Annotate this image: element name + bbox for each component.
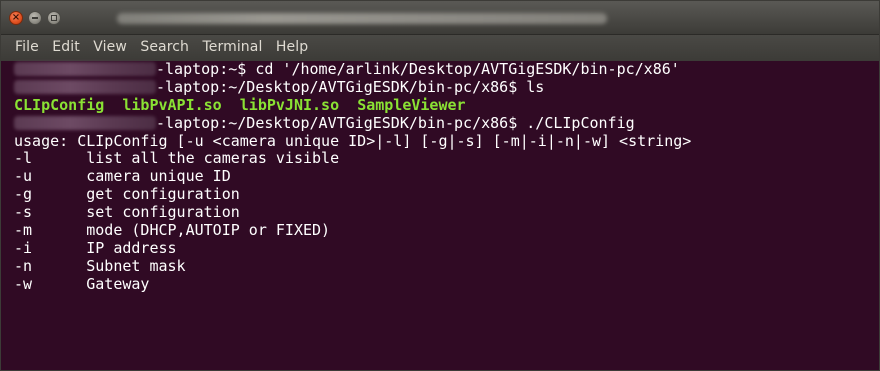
ls-entry: libPvAPI.so bbox=[122, 95, 222, 114]
ls-entry: libPvJNI.so bbox=[239, 95, 340, 114]
ls-output-line: CLIpConfig libPvAPI.so libPvJNI.so Sampl… bbox=[14, 95, 879, 115]
redacted-username bbox=[14, 115, 156, 130]
redacted-username bbox=[14, 62, 156, 76]
terminal-output[interactable]: -laptop:~$ cd '/home/arlink/Desktop/AVTG… bbox=[1, 60, 879, 370]
option-line: -u camera unique ID bbox=[14, 167, 879, 186]
option-desc: IP address bbox=[86, 238, 177, 257]
option-line: -g get configuration bbox=[14, 185, 879, 204]
terminal-window: × File Edit View Search Terminal Help -l… bbox=[0, 0, 880, 371]
minimize-icon[interactable] bbox=[28, 11, 42, 25]
option-desc: Subnet mask bbox=[86, 256, 186, 275]
option-flag: -i bbox=[14, 238, 33, 257]
menu-terminal[interactable]: Terminal bbox=[202, 35, 262, 55]
option-line: -m mode (DHCP,AUTOIP or FIXED) bbox=[14, 221, 879, 240]
option-flag: -s bbox=[14, 203, 33, 222]
option-line: -n Subnet mask bbox=[14, 256, 879, 276]
prompt-command: -laptop:~$ cd '/home/arlink/Desktop/AVTG… bbox=[156, 60, 680, 78]
option-desc: get configuration bbox=[86, 185, 240, 204]
menu-view[interactable]: View bbox=[93, 35, 127, 55]
option-desc: camera unique ID bbox=[86, 167, 231, 186]
ls-entry: CLIpConfig bbox=[14, 95, 105, 114]
prompt-command: -laptop:~/Desktop/AVTGigESDK/bin-pc/x86$… bbox=[156, 113, 635, 132]
option-flag: -u bbox=[14, 167, 33, 186]
option-flag: -w bbox=[14, 274, 33, 293]
option-line: -w Gateway bbox=[14, 274, 879, 294]
window-title-redacted bbox=[117, 13, 607, 24]
terminal-line: -laptop:~/Desktop/AVTGigESDK/bin-pc/x86$… bbox=[14, 77, 879, 97]
menu-search[interactable]: Search bbox=[140, 35, 189, 55]
menu-file[interactable]: File bbox=[15, 35, 39, 55]
menu-help[interactable]: Help bbox=[276, 35, 308, 55]
usage-line: usage: CLIpConfig [-u <camera unique ID>… bbox=[14, 131, 692, 150]
ls-entry: SampleViewer bbox=[357, 95, 466, 114]
option-flag: -m bbox=[14, 221, 33, 240]
title-bar[interactable]: × bbox=[1, 1, 879, 35]
option-desc: Gateway bbox=[86, 274, 150, 293]
terminal-line: -laptop:~/Desktop/AVTGigESDK/bin-pc/x86$… bbox=[14, 113, 879, 133]
option-desc: list all the cameras visible bbox=[86, 149, 340, 168]
option-flag: -n bbox=[14, 256, 33, 275]
option-flag: -l bbox=[14, 149, 33, 168]
menu-bar: File Edit View Search Terminal Help bbox=[1, 35, 879, 61]
option-line: -l list all the cameras visible bbox=[14, 150, 879, 168]
option-line: -i IP address bbox=[14, 238, 879, 258]
option-line: -s set configuration bbox=[14, 203, 879, 222]
close-icon[interactable]: × bbox=[9, 11, 23, 25]
option-desc: set configuration bbox=[86, 203, 240, 222]
option-flag: -g bbox=[14, 185, 33, 204]
terminal-line: -laptop:~$ cd '/home/arlink/Desktop/AVTG… bbox=[14, 60, 879, 79]
redacted-username bbox=[14, 79, 156, 94]
menu-edit[interactable]: Edit bbox=[52, 35, 80, 55]
prompt-command: -laptop:~/Desktop/AVTGigESDK/bin-pc/x86$… bbox=[156, 77, 545, 96]
maximize-icon[interactable] bbox=[47, 11, 61, 25]
option-desc: mode (DHCP,AUTOIP or FIXED) bbox=[86, 221, 331, 240]
